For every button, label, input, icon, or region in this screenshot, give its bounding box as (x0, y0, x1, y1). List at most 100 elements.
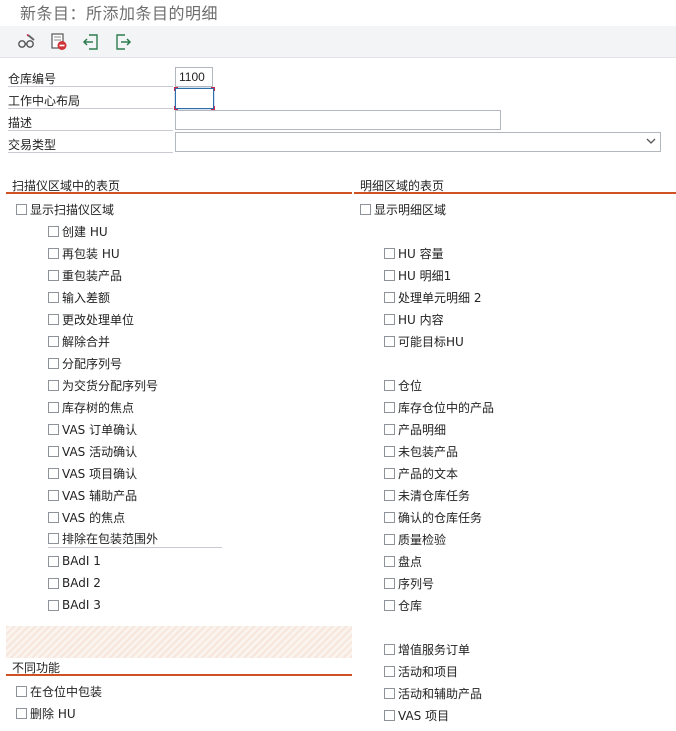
checkbox[interactable] (48, 445, 59, 457)
warehouse-field[interactable]: 1100 (175, 67, 213, 87)
checkbox[interactable] (48, 555, 59, 567)
show-detail-area-option[interactable]: 显示明细区域 (360, 200, 446, 218)
scanner-tab-option[interactable]: VAS 的焦点 (48, 508, 125, 526)
checkbox[interactable] (384, 599, 395, 611)
detail-tab-option[interactable]: HU 内容 (384, 310, 444, 328)
scanner-tab-option[interactable]: BAdI 2 (48, 574, 101, 592)
checkbox[interactable] (48, 357, 59, 369)
checkbox[interactable] (48, 291, 59, 303)
checkbox[interactable] (384, 577, 395, 589)
scanner-tab-option[interactable]: VAS 辅助产品 (48, 486, 137, 504)
function-option[interactable]: 在仓位中包装 (16, 682, 102, 700)
checkbox[interactable] (16, 685, 27, 697)
scanner-tab-option[interactable]: 输入差额 (48, 288, 110, 306)
scanner-tab-option[interactable]: 分配序列号 (48, 354, 122, 372)
checkbox[interactable] (384, 291, 395, 303)
next-entry-button[interactable] (112, 31, 134, 53)
checkbox[interactable] (48, 379, 59, 391)
detail-tab-option[interactable]: 处理单元明细 2 (384, 288, 481, 306)
detail-tab-option[interactable]: 活动和辅助产品 (384, 684, 482, 702)
label-underline (8, 108, 173, 109)
detail-tab-option[interactable]: 产品明细 (384, 420, 446, 438)
scanner-tab-option[interactable]: 库存树的焦点 (48, 398, 134, 416)
detail-tab-option[interactable]: 盘点 (384, 552, 422, 570)
checkbox[interactable] (48, 335, 59, 347)
previous-entry-button[interactable] (80, 31, 102, 53)
scanner-tab-option[interactable]: 再包装 HU (48, 244, 120, 262)
checkbox[interactable] (384, 709, 395, 721)
detail-tab-option[interactable]: 仓位 (384, 376, 422, 394)
checkbox[interactable] (48, 467, 59, 479)
description-field[interactable] (175, 110, 501, 130)
detail-tab-option[interactable]: 仓库 (384, 596, 422, 614)
scanner-tab-option-label: 创建 HU (62, 224, 108, 239)
checkbox[interactable] (384, 269, 395, 281)
function-option[interactable]: 删除 HU (16, 704, 76, 722)
workcenter-field[interactable] (174, 87, 215, 110)
checkbox[interactable] (384, 665, 395, 677)
detail-tab-option[interactable]: HU 容量 (384, 244, 444, 262)
scanner-tab-option[interactable]: 为交货分配序列号 (48, 376, 158, 394)
checkbox[interactable] (48, 599, 59, 611)
previous-entry-icon (82, 34, 98, 50)
checkbox[interactable] (384, 335, 395, 347)
checkbox[interactable] (48, 489, 59, 501)
detail-tab-option-label: 库存仓位中的产品 (398, 400, 495, 415)
checkbox[interactable] (48, 313, 59, 325)
checkbox[interactable] (48, 423, 59, 435)
scanner-tab-option[interactable]: 解除合并 (48, 332, 110, 350)
checkbox[interactable] (16, 203, 27, 215)
scanner-tab-option[interactable]: 排除在包装范围外 (48, 530, 222, 548)
show-scanner-area-option[interactable]: 显示扫描仪区域 (16, 200, 114, 218)
scanner-tab-option[interactable]: 更改处理单位 (48, 310, 134, 328)
checkbox[interactable] (384, 445, 395, 457)
detail-tab-option[interactable]: VAS 项目 (384, 706, 449, 724)
detail-tab-option[interactable]: 活动和项目 (384, 662, 458, 680)
scanner-tab-option[interactable]: 创建 HU (48, 222, 108, 240)
detail-tab-option[interactable]: 确认的仓库任务 (384, 508, 482, 526)
checkbox[interactable] (48, 269, 59, 281)
detail-tab-option[interactable]: 未清仓库任务 (384, 486, 470, 504)
scanner-tab-option[interactable]: VAS 活动确认 (48, 442, 137, 460)
checkbox[interactable] (48, 225, 59, 237)
checkbox[interactable] (48, 577, 59, 589)
display-change-button[interactable] (16, 31, 38, 53)
checkbox[interactable] (384, 401, 395, 413)
checkbox[interactable] (384, 247, 395, 259)
detail-tab-option[interactable]: 质量检验 (384, 530, 446, 548)
detail-tab-option[interactable]: 增值服务订单 (384, 640, 470, 658)
scanner-tab-option[interactable]: VAS 订单确认 (48, 420, 137, 438)
scanner-tab-option[interactable]: VAS 项目确认 (48, 464, 137, 482)
checkbox[interactable] (48, 533, 59, 544)
detail-tab-option[interactable]: HU 明细1 (384, 266, 451, 284)
detail-tab-option[interactable]: 可能目标HU (384, 332, 464, 350)
detail-tab-option[interactable]: 序列号 (384, 574, 434, 592)
checkbox[interactable] (360, 203, 371, 215)
checkbox[interactable] (384, 467, 395, 479)
scanner-tab-option[interactable]: 重包装产品 (48, 266, 122, 284)
checkbox[interactable] (384, 511, 395, 523)
scanner-tab-option[interactable]: BAdI 1 (48, 552, 101, 570)
detail-tab-option[interactable]: 库存仓位中的产品 (384, 398, 494, 416)
scanner-tab-option[interactable]: BAdI 3 (48, 596, 101, 614)
checkbox[interactable] (48, 401, 59, 413)
detail-tab-option[interactable]: 未包装产品 (384, 442, 458, 460)
checkbox[interactable] (16, 707, 27, 719)
checkbox[interactable] (48, 511, 59, 523)
checkbox[interactable] (384, 423, 395, 435)
checkbox[interactable] (384, 555, 395, 567)
checkbox[interactable] (384, 533, 395, 545)
title-bar: 新条目：所添加条目的明细 (0, 0, 676, 24)
delete-button[interactable] (48, 31, 70, 53)
scanner-tab-option-label: 解除合并 (62, 334, 111, 349)
checkbox[interactable] (384, 379, 395, 391)
checkbox[interactable] (384, 489, 395, 501)
checkbox[interactable] (384, 687, 395, 699)
scanner-tab-option-label: 分配序列号 (62, 356, 123, 371)
functions-panel-header: 不同功能 (6, 658, 352, 676)
checkbox[interactable] (384, 313, 395, 325)
checkbox[interactable] (48, 247, 59, 259)
checkbox[interactable] (384, 643, 395, 655)
transaction-type-select[interactable] (175, 132, 661, 152)
detail-tab-option[interactable]: 产品的文本 (384, 464, 458, 482)
